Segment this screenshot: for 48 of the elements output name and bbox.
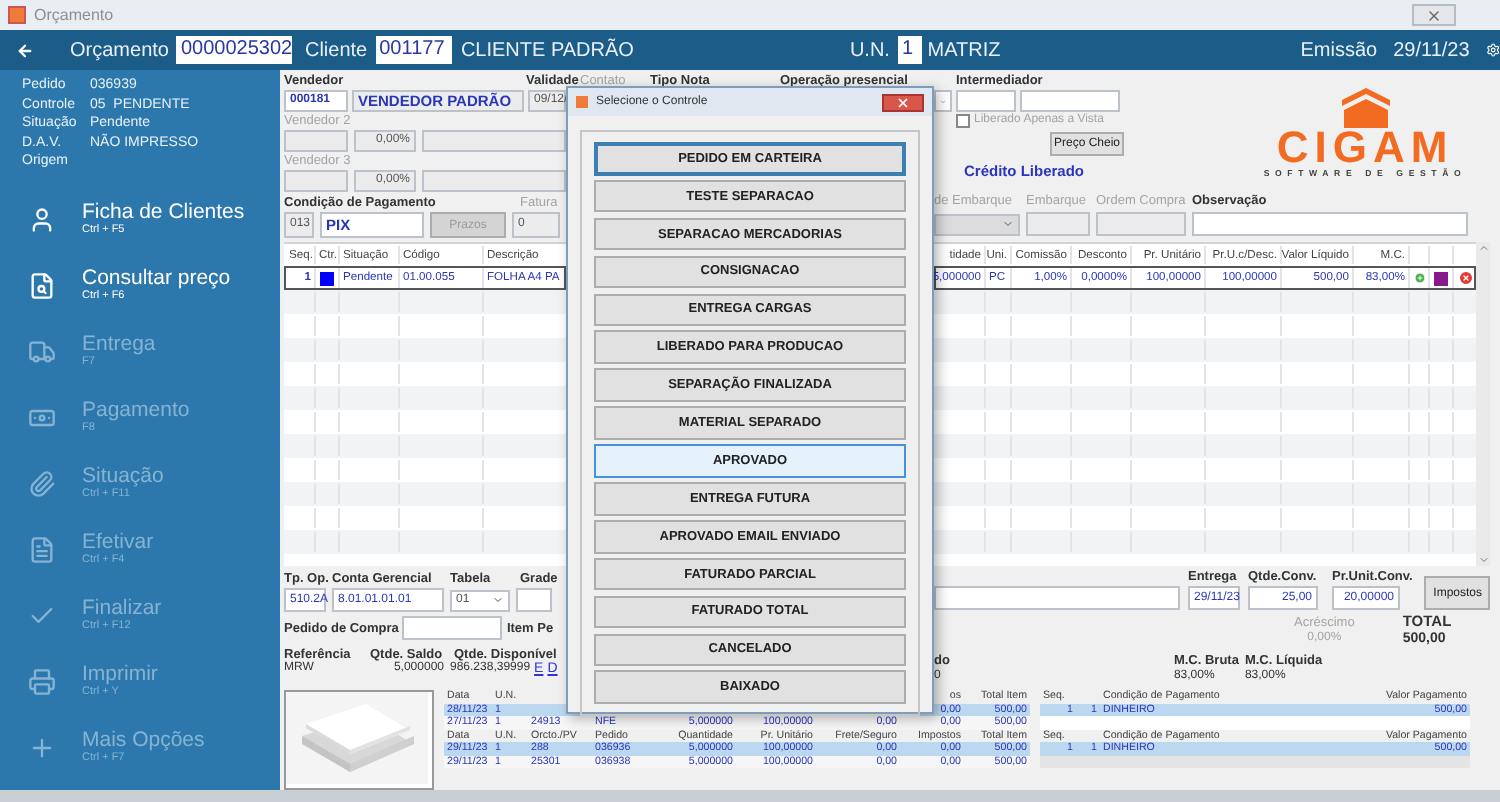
document-icon — [28, 535, 56, 563]
scrollbar[interactable] — [1476, 242, 1490, 566]
seller-code-field[interactable] — [284, 170, 348, 192]
budget-number-field[interactable]: 0000025302 — [176, 36, 293, 64]
header-label: Cliente — [304, 39, 368, 61]
chevron-down-icon — [1002, 218, 1014, 230]
chevron-up-icon[interactable] — [1477, 242, 1489, 254]
app-icon — [576, 96, 588, 108]
text-field[interactable] — [1096, 212, 1186, 236]
checkbox[interactable] — [956, 114, 970, 129]
window-title: Orçamento — [34, 6, 114, 24]
truck-icon — [28, 337, 56, 365]
chevron-down-icon[interactable] — [1477, 554, 1489, 566]
header-label: Emissão — [1300, 39, 1378, 61]
issue-date: 29/11/23 — [1393, 39, 1470, 61]
roof-icon — [1337, 88, 1393, 128]
close-icon — [1426, 7, 1442, 23]
search-icon — [28, 271, 56, 299]
text-field[interactable] — [1192, 212, 1468, 236]
close-icon — [896, 95, 910, 109]
remove-icon[interactable] — [1457, 270, 1473, 286]
header-label: U.N. — [849, 39, 890, 61]
text-field[interactable] — [1026, 212, 1090, 236]
dropdown[interactable] — [934, 213, 1020, 235]
printer-icon — [28, 667, 56, 695]
client-code-field[interactable]: 001177 — [375, 36, 453, 64]
text-field[interactable] — [934, 586, 1180, 610]
close-button[interactable] — [882, 93, 924, 111]
square-icon — [1433, 271, 1447, 285]
seller-name-field[interactable] — [422, 170, 566, 192]
seller-code-field[interactable] — [284, 130, 348, 152]
client-name: CLIENTE PADRÃO — [460, 39, 634, 61]
grade-field[interactable] — [516, 588, 552, 612]
app-icon — [8, 6, 26, 24]
unit-field[interactable]: 1 — [897, 36, 922, 64]
header-label: Orçamento — [70, 39, 169, 61]
add-icon[interactable] — [1413, 270, 1425, 286]
settings-icon[interactable] — [1485, 38, 1500, 62]
dropdown[interactable] — [934, 90, 952, 112]
purchase-order-field[interactable] — [402, 616, 503, 640]
paperclip-icon — [28, 469, 56, 497]
intermediary-field[interactable] — [1020, 90, 1120, 112]
unit-name: MATRIZ — [927, 39, 1001, 61]
seller-name-field[interactable] — [422, 130, 566, 152]
chevron-down-icon — [492, 594, 504, 606]
plus-icon — [28, 733, 56, 761]
intermediary-field[interactable] — [956, 90, 1016, 112]
user-icon — [28, 205, 56, 233]
